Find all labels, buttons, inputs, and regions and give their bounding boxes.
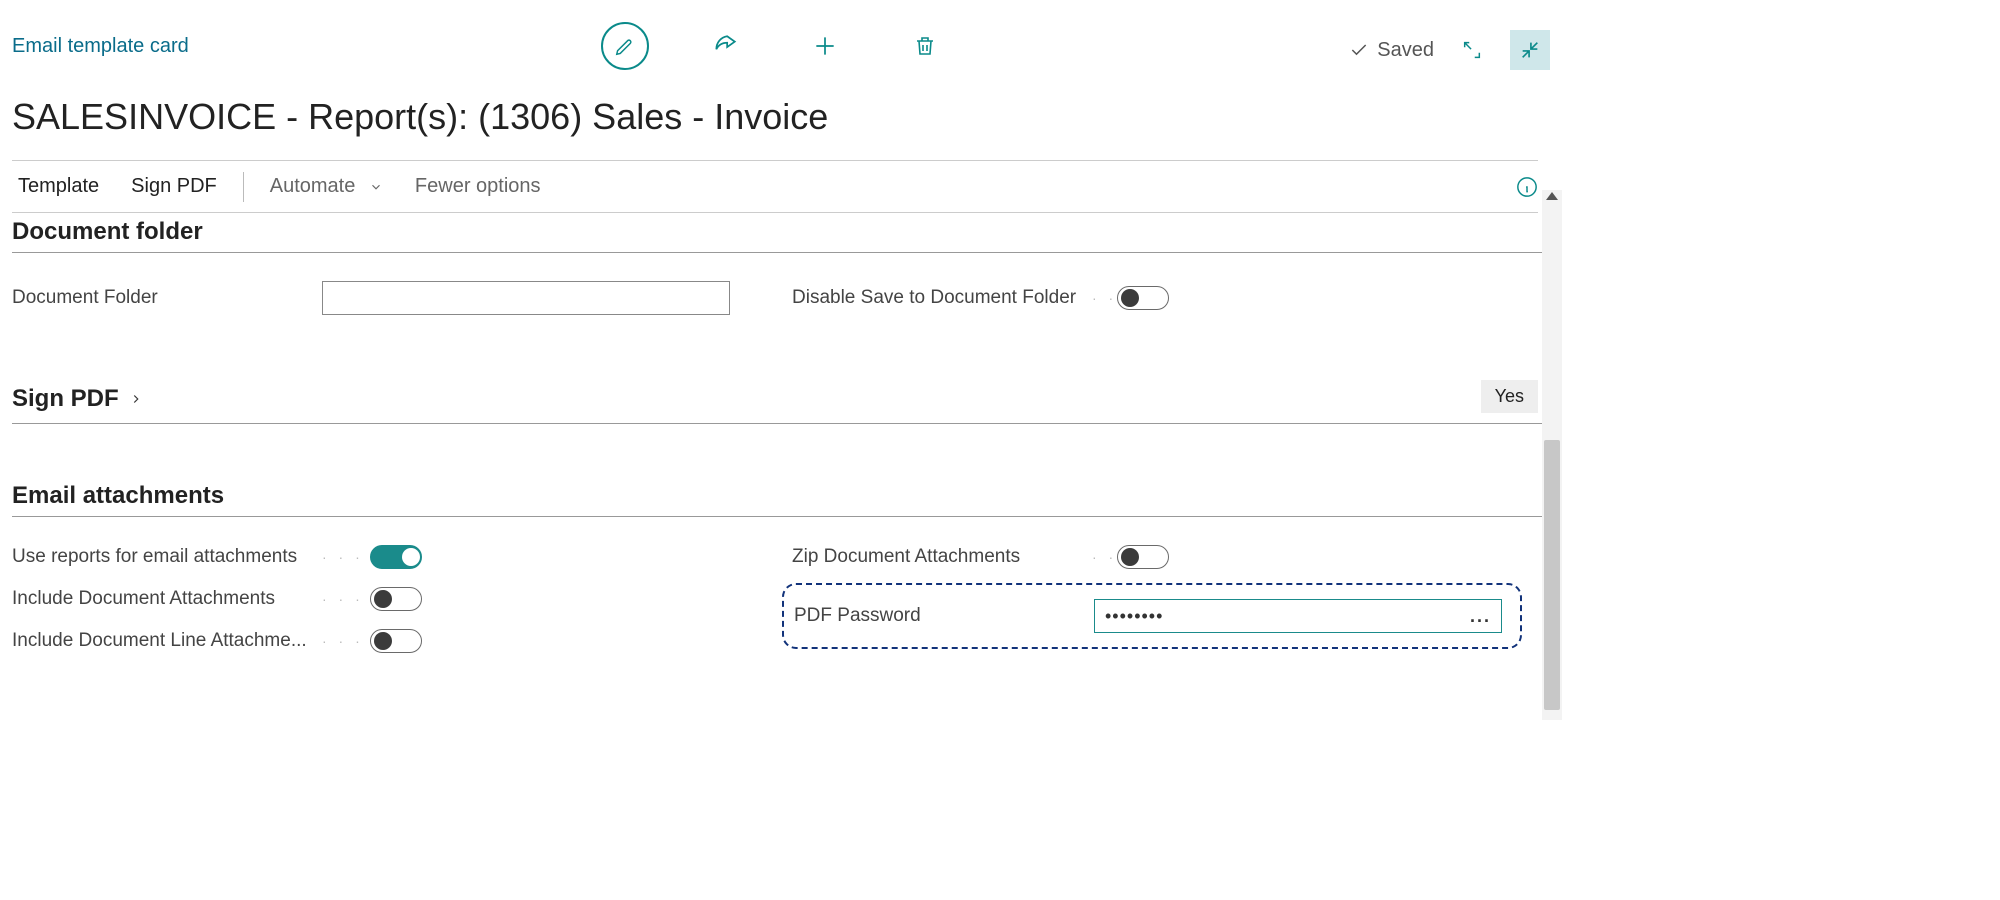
pdf-password-input[interactable]: •••••••• ...: [1094, 599, 1502, 633]
dots: · ·: [1092, 549, 1117, 565]
document-folder-label: Document Folder: [12, 287, 322, 309]
dots: · · ·: [322, 549, 364, 565]
use-reports-toggle[interactable]: [370, 545, 422, 569]
plus-icon: [812, 33, 838, 59]
dots: · · ·: [322, 591, 364, 607]
section-sign-pdf-label: Sign PDF: [12, 385, 119, 413]
dots: · ·: [1092, 290, 1117, 306]
include-line-label: Include Document Line Attachme...: [12, 630, 322, 652]
share-icon: [712, 33, 738, 59]
collapse-icon: [1519, 39, 1541, 61]
collapse-button[interactable]: [1510, 30, 1550, 70]
delete-button[interactable]: [901, 22, 949, 70]
divider: [12, 516, 1560, 517]
section-document-folder-title: Document folder: [12, 190, 1560, 252]
scrollbar[interactable]: [1542, 190, 1562, 720]
zip-label: Zip Document Attachments: [792, 546, 1092, 568]
use-reports-label: Use reports for email attachments: [12, 546, 322, 568]
breadcrumb[interactable]: Email template card: [12, 35, 189, 58]
edit-button[interactable]: [601, 22, 649, 70]
include-doc-label: Include Document Attachments: [12, 588, 322, 610]
saved-indicator: Saved: [1349, 39, 1434, 62]
disable-save-label: Disable Save to Document Folder: [792, 287, 1092, 309]
divider: [12, 252, 1560, 253]
popout-button[interactable]: [1452, 30, 1492, 70]
sign-pdf-badge: Yes: [1481, 380, 1538, 413]
section-sign-pdf-title[interactable]: Sign PDF: [12, 373, 143, 419]
zip-toggle[interactable]: [1117, 545, 1169, 569]
section-email-attachments-title: Email attachments: [12, 454, 1560, 516]
share-button[interactable]: [701, 22, 749, 70]
include-line-toggle[interactable]: [370, 629, 422, 653]
pencil-icon: [614, 35, 636, 57]
document-folder-input[interactable]: [322, 281, 730, 315]
new-button[interactable]: [801, 22, 849, 70]
pdf-password-value: ••••••••: [1105, 606, 1163, 627]
scrollbar-thumb[interactable]: [1544, 440, 1560, 710]
pdf-password-label: PDF Password: [794, 605, 1094, 627]
include-doc-toggle[interactable]: [370, 587, 422, 611]
check-icon: [1349, 40, 1369, 60]
pdf-password-more-button[interactable]: ...: [1470, 606, 1491, 627]
disable-save-toggle[interactable]: [1117, 286, 1169, 310]
dots: · · ·: [322, 633, 364, 649]
chevron-right-icon: [129, 392, 143, 406]
pdf-password-highlight: PDF Password •••••••• ...: [782, 583, 1522, 649]
divider: [12, 423, 1560, 424]
trash-icon: [913, 34, 937, 58]
popout-icon: [1461, 39, 1483, 61]
saved-label: Saved: [1377, 39, 1434, 62]
page-title: SALESINVOICE - Report(s): (1306) Sales -…: [12, 92, 1538, 160]
